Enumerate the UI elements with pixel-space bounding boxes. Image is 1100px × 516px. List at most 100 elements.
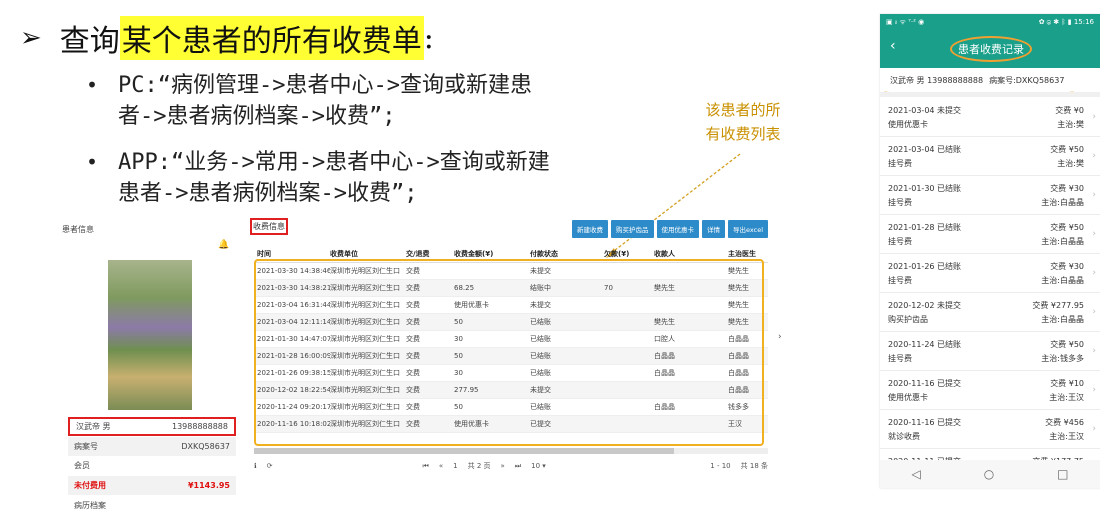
new-fee-button[interactable]: 新建收费 bbox=[572, 220, 608, 238]
col-doctor[interactable]: 主治医生 bbox=[728, 249, 768, 259]
item-date-status: 2021-01-28 已结账 bbox=[888, 222, 962, 232]
info-icon[interactable]: ℹ bbox=[254, 462, 257, 470]
item-doctor: 主治:王汉 bbox=[1049, 431, 1084, 441]
item-type: 购买护齿品 bbox=[888, 314, 928, 324]
refresh-icon[interactable]: ⟳ bbox=[267, 462, 273, 470]
bullet-dot-icon: • bbox=[86, 150, 99, 174]
status-left: ▣ ᵢₗ ᯤ ⁷·² ◉ bbox=[886, 17, 925, 26]
item-doctor: 主治:白晶晶 bbox=[1041, 236, 1084, 246]
patient-name: 汉武帝 男 bbox=[76, 422, 111, 431]
col-payee[interactable]: 收款人 bbox=[654, 249, 728, 259]
list-item[interactable]: 2020-11-16 已提交 交费 ¥10 使用优惠卡 主治:王汉 › bbox=[880, 371, 1100, 410]
item-doctor: 主治:白晶晶 bbox=[1041, 275, 1084, 285]
item-amount: 交费 ¥50 bbox=[1050, 222, 1084, 232]
pc-bullet: • PC:“病例管理->患者中心->查询或新建患 者->患者病例档案->收费”; bbox=[86, 70, 688, 132]
patient-photo bbox=[108, 260, 192, 410]
pc-bullet-line1: PC:“病例管理->患者中心->查询或新建患 bbox=[118, 73, 532, 98]
item-type: 使用优惠卡 bbox=[888, 119, 928, 129]
col-unit[interactable]: 收费单位 bbox=[330, 249, 406, 259]
chevron-right-icon: › bbox=[1092, 268, 1096, 278]
col-status[interactable]: 付款状态 bbox=[530, 249, 604, 259]
pagination-bar: ℹ ⟳ ⏮ « 1 共 2 页 » ⏭ 10 ▾ 1 - 10 共 18 条 bbox=[254, 458, 768, 474]
last-page-icon[interactable]: ⏭ bbox=[515, 462, 521, 471]
pc-bullet-line2: 者->患者病例档案->收费”; bbox=[118, 104, 396, 129]
page-number[interactable]: 1 bbox=[453, 462, 457, 470]
chevron-right-icon[interactable]: › bbox=[778, 332, 782, 342]
record-number: DXKQ58637 bbox=[181, 442, 230, 451]
item-doctor: 主治:王汉 bbox=[1049, 392, 1084, 402]
first-page-icon[interactable]: ⏮ bbox=[423, 462, 429, 471]
item-doctor: 主治:白晶晶 bbox=[1041, 197, 1084, 207]
item-doctor: 主治:钱多多 bbox=[1041, 353, 1084, 363]
chevron-right-icon: › bbox=[1092, 424, 1096, 434]
item-date-status: 2021-01-30 已结账 bbox=[888, 183, 962, 193]
annotation-line1: 该患者的所 bbox=[705, 101, 781, 119]
list-item[interactable]: 2021-01-26 已结账 交费 ¥30 挂号费 主治:白晶晶 › bbox=[880, 254, 1100, 293]
patient-phone: 13988888888 bbox=[172, 422, 228, 431]
next-page-icon[interactable]: » bbox=[501, 462, 505, 470]
item-amount: 交费 ¥30 bbox=[1050, 261, 1084, 271]
col-amount[interactable]: 收费金额(¥) bbox=[454, 249, 530, 259]
nav-back-icon[interactable]: ◁ bbox=[911, 467, 920, 481]
buy-dental-care-button[interactable]: 购买护齿品 bbox=[611, 220, 654, 238]
item-amount: 交费 ¥50 bbox=[1050, 339, 1084, 349]
prev-page-icon[interactable]: « bbox=[439, 462, 443, 470]
col-debt[interactable]: 欠款(¥) bbox=[604, 249, 654, 259]
list-item[interactable]: 2021-03-04 已结账 交费 ¥50 挂号费 主治:樊 › bbox=[880, 137, 1100, 176]
list-item[interactable]: 2021-03-04 未提交 交费 ¥0 使用优惠卡 主治:樊 › bbox=[880, 98, 1100, 137]
item-date-status: 2020-11-16 已提交 bbox=[888, 417, 962, 427]
export-excel-button[interactable]: 导出excel bbox=[728, 220, 768, 238]
item-date-status: 2021-03-04 已结账 bbox=[888, 144, 962, 154]
heading-suffix: : bbox=[423, 20, 434, 56]
chevron-right-icon: › bbox=[1092, 229, 1096, 239]
per-page-select[interactable]: 10 ▾ bbox=[531, 462, 546, 470]
item-type: 挂号费 bbox=[888, 158, 912, 168]
bullet-dot-icon: • bbox=[86, 73, 99, 97]
heading-highlight: 某个患者的所有收费单 bbox=[119, 16, 424, 60]
record-label: 病案号 bbox=[74, 442, 98, 451]
item-type: 就诊收费 bbox=[888, 431, 920, 441]
unpaid-label: 未付费用 bbox=[74, 481, 106, 490]
item-amount: 交费 ¥30 bbox=[1050, 183, 1084, 193]
list-item[interactable]: 2021-01-28 已结账 交费 ¥50 挂号费 主治:白晶晶 › bbox=[880, 215, 1100, 254]
fee-info-panel: 收费信息 新建收费 购买护齿品 使用优惠卡 详情 导出excel 时间 收费单位… bbox=[250, 214, 770, 476]
phone-fee-list: 2021-03-04 未提交 交费 ¥0 使用优惠卡 主治:樊 › 2021-03-04 … bbox=[880, 98, 1100, 488]
tab-fee-info[interactable]: 收费信息 bbox=[250, 218, 288, 235]
item-date-status: 2020-11-16 已提交 bbox=[888, 378, 962, 388]
slide-heading: ➢ 查询 某个患者的所有收费单 : bbox=[20, 14, 434, 62]
item-doctor: 主治:樊 bbox=[1057, 119, 1084, 129]
item-date-status: 2021-01-26 已结账 bbox=[888, 261, 962, 271]
phone-screen: ▣ ᵢₗ ᯤ ⁷·² ◉ ✿ ⓝ ✱ ᛒ ▮ 15:16 ‹ 患者收费记录 汉武… bbox=[880, 14, 1100, 488]
item-amount: 交费 ¥0 bbox=[1055, 105, 1084, 115]
list-item[interactable]: 2020-12-02 未提交 交费 ¥277.95 购买护齿品 主治:白晶晶 › bbox=[880, 293, 1100, 332]
member-row[interactable]: 会员 bbox=[68, 456, 236, 475]
details-button[interactable]: 详情 bbox=[702, 220, 725, 238]
phone-record: 病案号:DXKQ58637 bbox=[989, 75, 1065, 85]
phone-status-bar: ▣ ᵢₗ ᯤ ⁷·² ◉ ✿ ⓝ ✱ ᛒ ▮ 15:16 bbox=[880, 14, 1100, 30]
item-type: 挂号费 bbox=[888, 275, 912, 285]
item-doctor: 主治:白晶晶 bbox=[1041, 314, 1084, 324]
fee-toolbar: 新建收费 购买护齿品 使用优惠卡 详情 导出excel bbox=[572, 220, 768, 238]
bell-icon[interactable]: 🔔 bbox=[218, 240, 229, 250]
unpaid-row[interactable]: 未付费用 ¥1143.95 bbox=[68, 476, 236, 495]
use-coupon-button[interactable]: 使用优惠卡 bbox=[656, 220, 699, 238]
item-amount: 交费 ¥10 bbox=[1050, 378, 1084, 388]
nav-home-icon[interactable]: ○ bbox=[984, 467, 994, 481]
arrow-bullet-icon: ➢ bbox=[20, 23, 42, 53]
nav-recent-icon[interactable]: □ bbox=[1057, 467, 1068, 481]
patient-name-row: 汉武帝 男 13988888888 bbox=[68, 417, 236, 436]
col-type[interactable]: 交/退费 bbox=[406, 249, 454, 259]
col-time[interactable]: 时间 bbox=[254, 249, 330, 259]
item-amount: 交费 ¥456 bbox=[1045, 417, 1084, 427]
chevron-right-icon: › bbox=[1092, 385, 1096, 395]
item-type: 挂号费 bbox=[888, 353, 912, 363]
list-item[interactable]: 2020-11-16 已提交 交费 ¥456 就诊收费 主治:王汉 › bbox=[880, 410, 1100, 449]
horizontal-scrollbar[interactable] bbox=[254, 448, 768, 454]
list-item[interactable]: 2021-01-30 已结账 交费 ¥30 挂号费 主治:白晶晶 › bbox=[880, 176, 1100, 215]
scrollbar-thumb[interactable] bbox=[254, 448, 674, 454]
back-arrow-icon[interactable]: ‹ bbox=[890, 38, 896, 54]
archive-row[interactable]: 病历档案 bbox=[68, 496, 236, 515]
status-right: ✿ ⓝ ✱ ᛒ ▮ 15:16 bbox=[1038, 18, 1094, 26]
chevron-right-icon: › bbox=[1092, 151, 1096, 161]
list-item[interactable]: 2020-11-24 已结账 交费 ¥50 挂号费 主治:钱多多 › bbox=[880, 332, 1100, 371]
